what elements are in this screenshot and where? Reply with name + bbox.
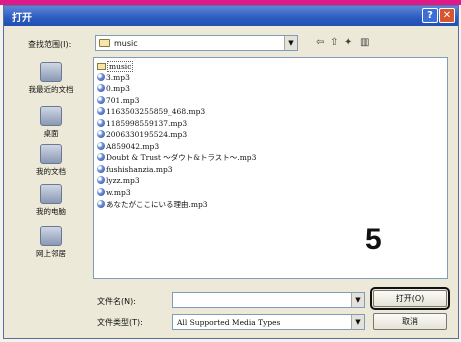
folder-icon xyxy=(97,63,106,70)
list-item[interactable]: fushishanzia.mp3 xyxy=(97,164,173,175)
list-item[interactable]: lyzz.mp3 xyxy=(97,175,140,186)
audio-file-icon xyxy=(97,107,105,115)
cancel-button[interactable]: 取消 xyxy=(373,313,447,330)
my-documents-icon xyxy=(40,144,62,164)
list-item[interactable]: w.mp3 xyxy=(97,187,131,198)
file-type-value: All Supported Media Types xyxy=(177,318,281,327)
file-name: A859042.mp3 xyxy=(106,142,160,151)
open-button[interactable]: 打开(O) xyxy=(370,287,450,310)
list-item[interactable]: A859042.mp3 xyxy=(97,141,159,152)
look-in-label: 查找范围(I): xyxy=(28,40,72,49)
recent-documents-icon xyxy=(40,62,62,82)
audio-file-icon xyxy=(97,142,105,150)
place-label: 桌面 xyxy=(43,129,59,138)
audio-file-icon xyxy=(97,153,105,161)
my-computer-icon xyxy=(40,184,62,204)
place-network[interactable]: 网上邻居 xyxy=(14,226,88,259)
file-name: w.mp3 xyxy=(106,188,131,197)
file-name-label: 文件名(N): xyxy=(97,297,136,306)
file-name: あなたがここにいる理由.mp3 xyxy=(106,200,208,209)
list-item[interactable]: 3.mp3 xyxy=(97,72,130,83)
title-bar[interactable]: 打开 ? ✕ xyxy=(4,6,458,26)
file-name: 3.mp3 xyxy=(106,73,130,82)
list-item[interactable]: Doubt & Trust ～ダウト&トラスト～.mp3 xyxy=(97,152,256,163)
file-name: Doubt & Trust ～ダウト&トラスト～.mp3 xyxy=(106,153,257,162)
audio-file-icon xyxy=(97,165,105,173)
place-label: 我最近的文档 xyxy=(28,85,74,94)
audio-file-icon xyxy=(97,96,105,104)
back-icon[interactable]: ⇦ xyxy=(316,37,324,49)
audio-file-icon xyxy=(97,200,105,208)
place-label: 我的电脑 xyxy=(36,207,66,216)
look-in-value: music xyxy=(114,39,138,48)
chevron-down-icon[interactable]: ▼ xyxy=(351,315,364,329)
file-name: 2006330195524.mp3 xyxy=(106,130,188,139)
file-list[interactable]: music 3.mp3 0.mp3 701.mp3 1163503255859_… xyxy=(93,57,448,279)
file-type-dropdown[interactable]: All Supported Media Types ▼ xyxy=(172,314,365,330)
look-in-dropdown[interactable]: music ▼ xyxy=(95,35,298,51)
audio-file-icon xyxy=(97,176,105,184)
file-name: 1185998559137.mp3 xyxy=(106,119,188,128)
file-type-label: 文件类型(T): xyxy=(97,318,143,327)
audio-file-icon xyxy=(97,130,105,138)
file-name: fushishanzia.mp3 xyxy=(106,165,173,174)
new-folder-icon[interactable]: ✦ xyxy=(344,37,352,49)
audio-file-icon xyxy=(97,73,105,81)
place-label: 我的文档 xyxy=(36,167,66,176)
file-name: lyzz.mp3 xyxy=(106,176,140,185)
list-item[interactable]: 1163503255859_468.mp3 xyxy=(97,106,205,117)
window-title: 打开 xyxy=(12,13,32,24)
list-item[interactable]: 0.mp3 xyxy=(97,83,130,94)
audio-file-icon xyxy=(97,188,105,196)
file-name: 701.mp3 xyxy=(106,96,140,105)
network-places-icon xyxy=(40,226,62,246)
place-my-documents[interactable]: 我的文档 xyxy=(14,144,88,177)
file-name: 0.mp3 xyxy=(106,84,130,93)
step-annotation: 5 xyxy=(365,223,382,256)
close-button[interactable]: ✕ xyxy=(439,8,455,23)
chevron-down-icon[interactable]: ▼ xyxy=(284,36,297,50)
file-name: music xyxy=(107,61,134,72)
place-label: 网上邻居 xyxy=(36,249,66,258)
folder-icon xyxy=(99,39,110,47)
audio-file-icon xyxy=(97,119,105,127)
file-name-input[interactable]: ▼ xyxy=(172,292,365,308)
list-item[interactable]: 2006330195524.mp3 xyxy=(97,129,187,140)
place-my-computer[interactable]: 我的电脑 xyxy=(14,184,88,217)
desktop-icon xyxy=(40,106,62,126)
list-item[interactable]: 701.mp3 xyxy=(97,95,139,106)
help-button[interactable]: ? xyxy=(422,8,438,23)
chevron-down-icon[interactable]: ▼ xyxy=(351,293,364,307)
up-folder-icon[interactable]: ⇧ xyxy=(330,37,338,49)
place-desktop[interactable]: 桌面 xyxy=(14,106,88,139)
list-item[interactable]: 1185998559137.mp3 xyxy=(97,118,187,129)
view-menu-icon[interactable]: ▥ xyxy=(360,37,369,49)
audio-file-icon xyxy=(97,84,105,92)
list-item[interactable]: あなたがここにいる理由.mp3 xyxy=(97,199,208,210)
places-bar: 我最近的文档 桌面 我的文档 我的电脑 网上邻居 xyxy=(14,56,88,266)
list-item[interactable]: music xyxy=(97,61,134,72)
place-recent[interactable]: 我最近的文档 xyxy=(14,62,88,95)
file-name: 1163503255859_468.mp3 xyxy=(106,107,206,116)
